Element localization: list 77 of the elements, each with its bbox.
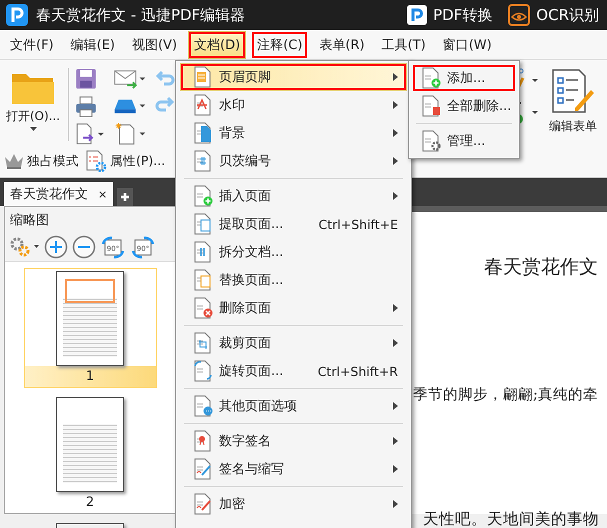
menu-bar-item[interactable]: 窗口(W)	[436, 30, 498, 58]
menu-bar-item[interactable]: 文档(D)	[188, 30, 246, 58]
pdf-logo-icon	[407, 5, 428, 25]
toolbar-button[interactable]: 属性(P)...	[110, 152, 166, 170]
document-tab[interactable]: 春天赏花作文 ×	[4, 182, 114, 206]
document-page-icon	[193, 395, 213, 417]
document-page-icon	[193, 360, 213, 382]
menu-item[interactable]: 页眉页脚	[180, 63, 407, 91]
new-document-icon[interactable]	[113, 122, 147, 145]
document-page-icon	[421, 67, 441, 89]
menu-bar-item[interactable]: 表单(R)	[313, 30, 371, 58]
menu-item[interactable]: 签名与缩写	[180, 455, 407, 483]
menu-item[interactable]: 其他页面选项	[180, 392, 407, 420]
menu-item[interactable]: 水印	[180, 91, 407, 119]
document-page-icon	[193, 269, 213, 291]
menu-item[interactable]: 加密	[180, 490, 407, 518]
document-page-icon	[193, 94, 213, 116]
document-page-icon	[193, 241, 213, 263]
document-page-icon	[193, 332, 213, 354]
menu-bar-item[interactable]: 工具(T)	[376, 30, 432, 58]
save-icon[interactable]	[75, 68, 97, 90]
export-document-icon[interactable]	[75, 123, 105, 146]
form-edit-icon	[551, 68, 595, 114]
menu-item[interactable]: 添加...	[412, 64, 516, 92]
zoom-out-icon[interactable]	[72, 235, 96, 259]
document-page-icon	[193, 297, 213, 319]
menu-item[interactable]: 贝茨编号	[180, 147, 407, 175]
app-logo-icon	[6, 4, 28, 26]
menu-item[interactable]: 拆分文档...	[180, 238, 407, 266]
panel-title: 缩略图	[10, 213, 49, 228]
caret-icon	[30, 127, 36, 131]
edit-form-button[interactable]: 编辑表单	[543, 64, 603, 145]
document-page-icon	[193, 185, 213, 207]
menu-item[interactable]: 裁剪页面	[180, 329, 407, 357]
title-bar-action[interactable]: OCR识别	[536, 6, 599, 24]
menu-item[interactable]: 旋转页面... Ctrl+Shift+R	[180, 357, 407, 385]
email-icon[interactable]	[113, 68, 147, 90]
menu-item[interactable]: 插入页面	[180, 182, 407, 210]
document-page-icon	[193, 458, 213, 480]
document-page-icon	[193, 150, 213, 172]
page-number: 1	[24, 366, 156, 387]
document-text: 季节的脚步，翩翩;真纯的牵	[413, 386, 599, 404]
toolbar-button[interactable]: 独占模式	[27, 152, 79, 170]
document-page-icon	[193, 430, 213, 452]
title-bar-action[interactable]: PDF转换	[433, 6, 492, 24]
menu-bar-item[interactable]: 注释(C)	[251, 30, 308, 58]
window-title: 春天赏花作文 - 迅捷PDF编辑器	[36, 6, 246, 24]
page-thumbnail[interactable]: 1	[24, 268, 156, 388]
properties-icon	[85, 150, 107, 172]
menu-bar-item[interactable]: 文件(F)	[4, 30, 60, 58]
printer-icon[interactable]	[75, 96, 97, 118]
menu-item[interactable]: 背景	[180, 119, 407, 147]
close-tab-button[interactable]: ×	[98, 188, 108, 200]
menu-item[interactable]: 全部删除...	[412, 92, 516, 120]
document-title: 春天赏花作文	[484, 255, 599, 280]
document-page-icon	[193, 213, 213, 235]
menu-item[interactable]: 提取页面... Ctrl+Shift+E	[180, 210, 407, 238]
zoom-in-icon[interactable]	[44, 235, 68, 259]
menu-item[interactable]: 删除页面	[180, 294, 407, 322]
document-page-icon	[193, 493, 213, 515]
document-text: 天性吧。天地间美的事物	[423, 509, 600, 528]
settings-icon[interactable]	[8, 235, 40, 259]
document-page-icon	[193, 66, 213, 88]
menu-item[interactable]: 数字签名	[180, 427, 407, 455]
page-number: 2	[84, 494, 96, 512]
page-thumbnail[interactable]: 2	[24, 394, 156, 514]
menu-item[interactable]: 管理...	[412, 127, 516, 155]
crown-icon	[4, 152, 24, 170]
document-page-icon	[193, 122, 213, 144]
open-button[interactable]: 打开(O)...	[4, 64, 62, 145]
eye-icon	[508, 4, 530, 26]
menu-item[interactable]: 替换页面...	[180, 266, 407, 294]
document-page-icon	[421, 95, 441, 117]
menu-bar-item[interactable]: 视图(V)	[126, 30, 184, 58]
new-tab-icon[interactable]	[117, 188, 134, 206]
menu-bar-item[interactable]: 编辑(E)	[64, 30, 121, 58]
document-page-icon	[421, 130, 441, 152]
